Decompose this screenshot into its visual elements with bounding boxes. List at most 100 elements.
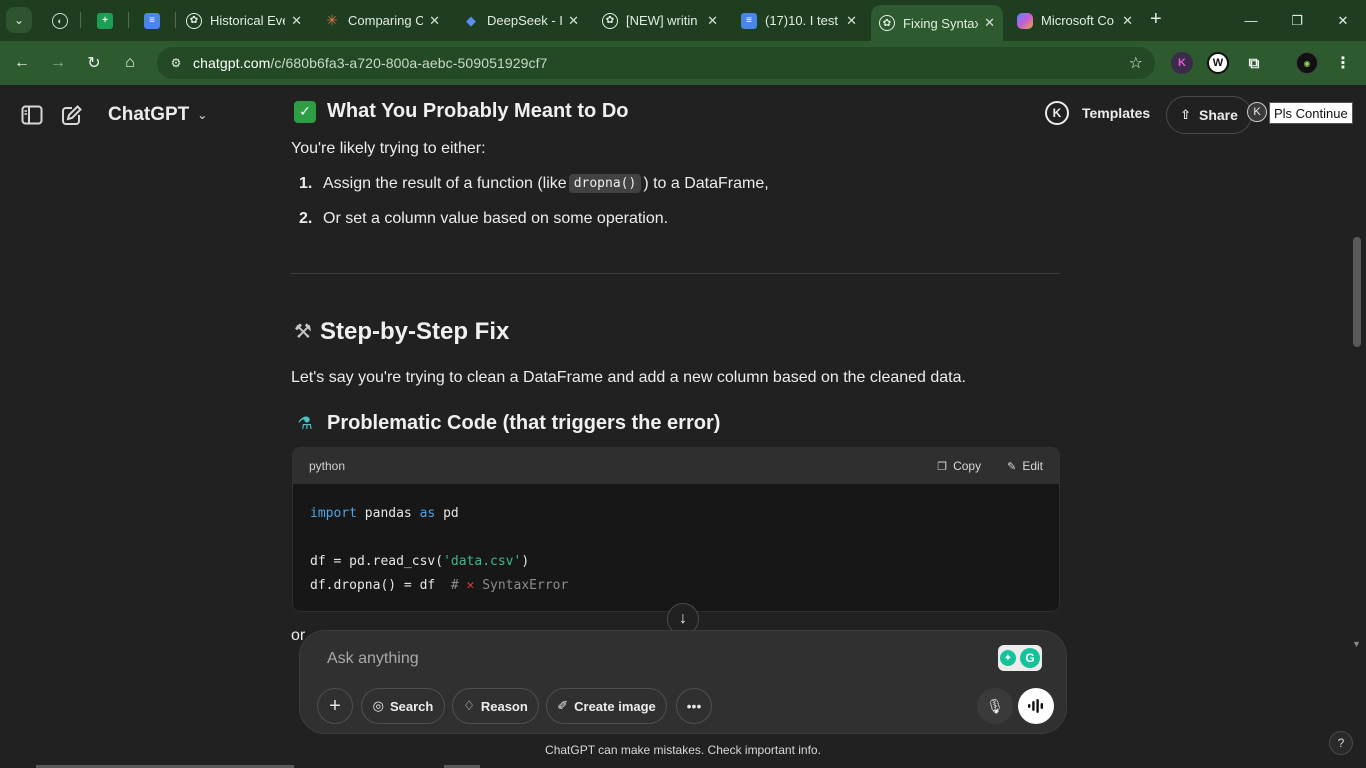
- test-tube-icon: ⚗: [297, 413, 313, 433]
- close-icon[interactable]: ✕: [562, 13, 579, 29]
- code-language: python: [309, 459, 346, 473]
- arrow-right-icon: →: [50, 54, 66, 71]
- step-paragraph: Let's say you're trying to clean a DataF…: [291, 369, 966, 386]
- tab-new-writing[interactable]: ✿ [NEW] writin ✕: [594, 5, 726, 36]
- chevron-down-icon: ⌄: [13, 13, 25, 27]
- globe-icon: ◎: [372, 698, 384, 713]
- code-text: pandas: [356, 506, 420, 521]
- docs-icon: ≡: [741, 12, 757, 29]
- chatgpt-page: ChatGPT ⌄ K Templates ⇧ Share K Pls Cont…: [0, 85, 1366, 768]
- home-button[interactable]: ⌂: [118, 51, 142, 75]
- brand-name: ChatGPT: [108, 104, 190, 125]
- tab-title: DeepSeek - I: [487, 13, 563, 28]
- edit-code-button[interactable]: ✎ Edit: [1007, 459, 1043, 473]
- reload-button[interactable]: ↻: [82, 51, 106, 75]
- bookmark-star-icon[interactable]: ☆: [1129, 53, 1143, 73]
- code-comment: #: [450, 578, 467, 593]
- share-label: Share: [1198, 107, 1238, 123]
- home-icon: ⌂: [125, 54, 135, 71]
- tab-doc-test[interactable]: ≡ (17)10. I test ✕: [733, 5, 865, 36]
- browser-tab-strip: ⌄ ◐ + ≡ ✿ Historical Eve ✕ ✳ Comparing C…: [0, 0, 1366, 41]
- code-block-header: python ❐ Copy ✎ Edit: [293, 448, 1059, 484]
- close-icon[interactable]: ✕: [840, 13, 857, 29]
- close-window-button[interactable]: ✕: [1320, 0, 1366, 41]
- sheets-icon: +: [97, 12, 113, 29]
- tab-title: (17)10. I test: [765, 13, 838, 28]
- code-comment: SyntaxError: [474, 578, 569, 593]
- copy-label: Copy: [953, 459, 982, 473]
- grammarly-widget[interactable]: ✦ G: [998, 645, 1042, 671]
- share-button[interactable]: ⇧ Share: [1166, 96, 1252, 134]
- profile-avatar[interactable]: ◉: [1296, 52, 1318, 74]
- tab-docs[interactable]: ≡: [136, 5, 170, 36]
- lightbulb-icon: ✦: [1000, 650, 1016, 666]
- code-text: pd: [435, 506, 459, 521]
- url-path: /c/680b6fa3-a720-800a-aebc-509051929cf7: [270, 55, 548, 71]
- extension-w-icon[interactable]: W: [1207, 52, 1229, 74]
- chatgpt-icon: ✿: [602, 12, 618, 29]
- dictate-button[interactable]: 🎙: [977, 688, 1013, 724]
- restore-button[interactable]: ❐: [1274, 0, 1320, 41]
- chatgpt-icon: ✿: [879, 15, 895, 31]
- tab-search-button[interactable]: ⌄: [6, 7, 32, 33]
- tab-title: Microsoft Co: [1041, 13, 1114, 28]
- arrow-left-icon: ←: [14, 54, 30, 71]
- close-icon[interactable]: ✕: [1116, 13, 1133, 29]
- list-text: Or set a column value based on some oper…: [323, 210, 669, 227]
- close-icon[interactable]: ✕: [701, 13, 718, 29]
- browser-menu-icon[interactable]: ⋮: [1332, 52, 1354, 74]
- model-selector[interactable]: ChatGPT ⌄: [108, 104, 207, 126]
- sidebar-toggle-icon[interactable]: [20, 103, 44, 127]
- voice-mode-button[interactable]: [1018, 688, 1054, 724]
- back-button[interactable]: ←: [10, 51, 34, 75]
- reload-icon: ↻: [87, 55, 101, 72]
- tab-fixing-syntax[interactable]: ✿ Fixing Syntax ✕: [871, 5, 1003, 41]
- extensions-puzzle-icon[interactable]: ⧉: [1243, 52, 1265, 74]
- heading-step-by-step: ⚒ Step-by-Step Fix: [294, 318, 509, 346]
- tab-sheets[interactable]: +: [89, 5, 123, 36]
- code-text: df.dropna() = df: [310, 578, 451, 593]
- code-line: import pandas as pd: [310, 502, 1042, 526]
- disclaimer-text: ChatGPT can make mistakes. Check importa…: [545, 743, 821, 757]
- tab-historical[interactable]: ✿ Historical Eve ✕: [178, 5, 310, 36]
- list-number: 2.: [299, 210, 313, 227]
- pencil-icon: ✎: [1007, 460, 1017, 473]
- attach-button[interactable]: +: [317, 688, 353, 724]
- tab-separator: [80, 12, 81, 28]
- new-tab-button[interactable]: +: [1150, 9, 1162, 29]
- minimize-button[interactable]: —: [1228, 0, 1274, 41]
- tab-comparing[interactable]: ✳ Comparing C ✕: [316, 5, 448, 36]
- search-button[interactable]: ◎ Search: [361, 688, 445, 724]
- help-button[interactable]: ?: [1329, 731, 1353, 755]
- address-bar[interactable]: ⚙ chatgpt.com/c/680b6fa3-a720-800a-aebc-…: [157, 47, 1155, 79]
- forward-button[interactable]: →: [46, 51, 70, 75]
- close-icon[interactable]: ✕: [285, 13, 302, 29]
- site-info-icon[interactable]: ⚙: [167, 54, 185, 72]
- reason-button[interactable]: ♢ Reason: [452, 688, 539, 724]
- copy-code-button[interactable]: ❐ Copy: [937, 459, 981, 473]
- grammarly-icon: G: [1020, 648, 1040, 668]
- reason-label: Reason: [480, 698, 528, 714]
- new-chat-icon[interactable]: [60, 103, 84, 127]
- lightbulb-icon: ♢: [463, 698, 475, 713]
- k-logo-icon: K: [1045, 101, 1069, 125]
- copilot-icon: [1017, 12, 1033, 29]
- tab-globe[interactable]: ◐: [44, 5, 78, 36]
- tab-deepseek[interactable]: ◆ DeepSeek - I ✕: [455, 5, 587, 36]
- close-icon[interactable]: ✕: [423, 13, 440, 29]
- code-keyword: import: [310, 506, 357, 521]
- list-text-before: Assign the result of a function (like: [323, 174, 567, 192]
- code-content: import pandas as pd df = pd.read_csv('da…: [293, 484, 1059, 611]
- more-tools-button[interactable]: •••: [676, 688, 712, 724]
- prompt-input[interactable]: Ask anything: [327, 650, 419, 668]
- close-icon[interactable]: ✕: [978, 15, 995, 31]
- extension-k-icon[interactable]: K: [1171, 52, 1193, 74]
- templates-button[interactable]: K Templates: [1045, 101, 1150, 125]
- create-image-button[interactable]: ✐ Create image: [546, 688, 667, 724]
- arrow-down-icon: ↓: [679, 610, 687, 627]
- scroll-down-arrow-icon[interactable]: ▼: [1352, 639, 1361, 649]
- tab-microsoft-copilot[interactable]: Microsoft Co ✕: [1009, 5, 1141, 36]
- waveform-icon: [1028, 699, 1043, 713]
- scrollbar-thumb[interactable]: [1353, 237, 1361, 347]
- k-extension-badge-icon[interactable]: K: [1247, 102, 1267, 122]
